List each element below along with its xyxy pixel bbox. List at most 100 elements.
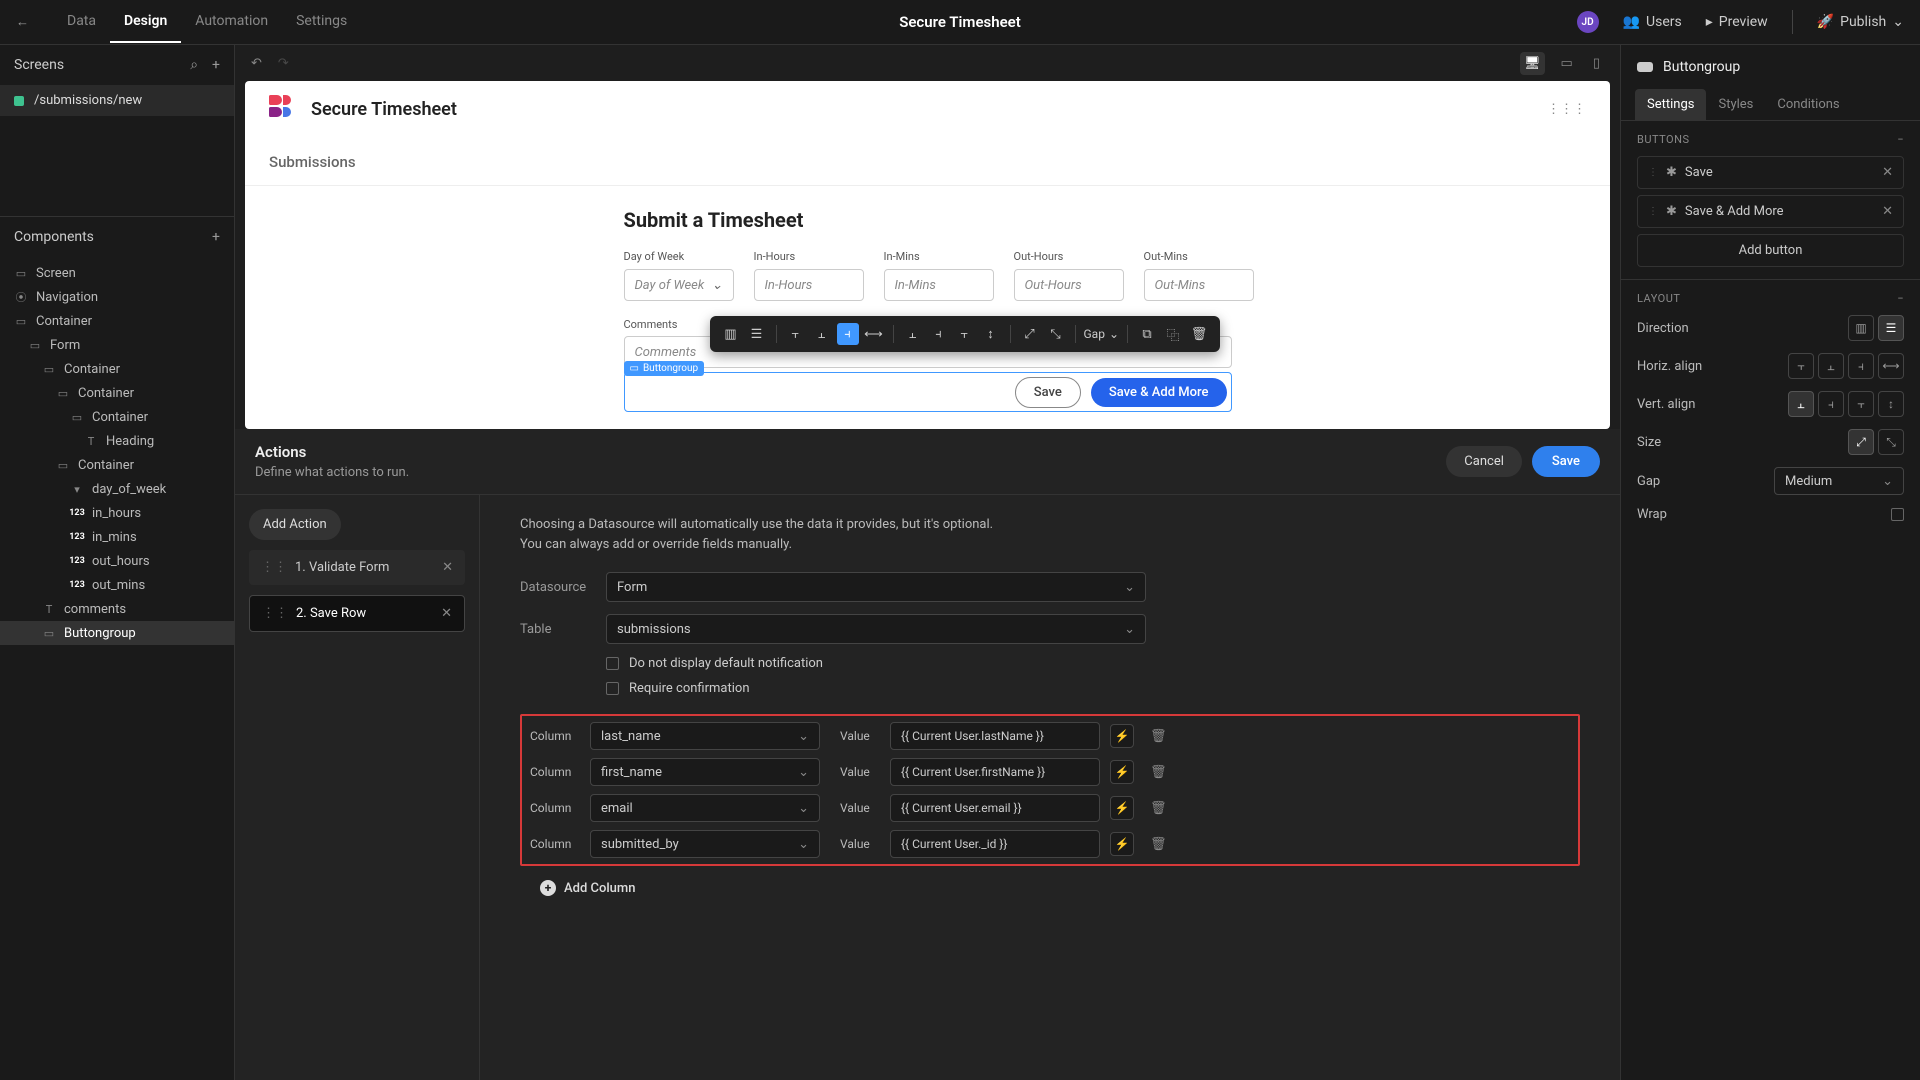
desktop-icon[interactable]: 🖥	[1520, 52, 1545, 75]
valign-middle-icon[interactable]: ⫞	[928, 323, 950, 345]
value-input[interactable]: {{ Current User._id }}	[890, 830, 1100, 858]
copy-icon[interactable]: ⿻	[1162, 323, 1184, 345]
avatar[interactable]: JD	[1577, 11, 1599, 33]
grow-icon[interactable]: ⤡	[1045, 323, 1067, 345]
valign-stretch-icon[interactable]: ↕	[980, 323, 1002, 345]
halign-right-icon[interactable]: ⫞	[1848, 353, 1874, 379]
tree-buttongroup[interactable]: ▭Buttongroup	[0, 621, 234, 645]
trash-icon[interactable]: 🗑	[1150, 729, 1167, 744]
drag-handle-icon[interactable]: ⋮⋮	[262, 606, 288, 621]
halign-right-icon[interactable]: ⫞	[837, 323, 859, 345]
out-mins-input[interactable]: Out-Mins	[1144, 269, 1254, 301]
halign-left-icon[interactable]: ⫟	[1788, 353, 1814, 379]
rp-tab-settings[interactable]: Settings	[1635, 89, 1706, 120]
drag-handle-icon[interactable]: ⋮	[1648, 206, 1658, 217]
in-mins-input[interactable]: In-Mins	[884, 269, 994, 301]
valign-bottom-icon[interactable]: ⫟	[954, 323, 976, 345]
bolt-icon[interactable]: ⚡	[1110, 760, 1134, 784]
search-icon[interactable]: ⌕	[190, 57, 198, 73]
gear-icon[interactable]: ✱	[1666, 165, 1677, 180]
add-component-icon[interactable]: +	[212, 229, 220, 245]
save-button[interactable]: Save	[1015, 377, 1081, 408]
trash-icon[interactable]: 🗑	[1150, 765, 1167, 780]
tree-container[interactable]: ▭Container	[0, 453, 234, 477]
table-select[interactable]: submissions	[606, 614, 1146, 644]
tree-day-of-week[interactable]: ▾day_of_week	[0, 477, 234, 501]
duplicate-icon[interactable]: ⧉	[1136, 323, 1158, 345]
remove-action-icon[interactable]: ✕	[441, 606, 452, 621]
gear-icon[interactable]: ✱	[1666, 204, 1677, 219]
value-input[interactable]: {{ Current User.firstName }}	[890, 758, 1100, 786]
shrink-icon[interactable]: ⤢	[1019, 323, 1041, 345]
valign-bottom-icon[interactable]: ⫟	[1848, 391, 1874, 417]
valign-middle-icon[interactable]: ⫞	[1818, 391, 1844, 417]
save-add-more-button[interactable]: Save & Add More	[1091, 378, 1227, 407]
tree-out-hours[interactable]: 123out_hours	[0, 549, 234, 573]
rp-tab-styles[interactable]: Styles	[1706, 89, 1765, 120]
checkbox-icon[interactable]	[606, 657, 619, 670]
buttongroup-selection[interactable]: Save Save & Add More	[624, 372, 1232, 412]
cancel-button[interactable]: Cancel	[1446, 446, 1522, 477]
remove-button-icon[interactable]: ✕	[1882, 165, 1893, 180]
out-hours-input[interactable]: Out-Hours	[1014, 269, 1124, 301]
halign-center-icon[interactable]: ⫠	[811, 323, 833, 345]
in-hours-input[interactable]: In-Hours	[754, 269, 864, 301]
tree-heading[interactable]: THeading	[0, 429, 234, 453]
drag-handle-icon[interactable]: ⋮	[1648, 167, 1658, 178]
tree-container[interactable]: ▭Container	[0, 381, 234, 405]
halign-center-icon[interactable]: ⫠	[1818, 353, 1844, 379]
halign-left-icon[interactable]: ⫟	[785, 323, 807, 345]
tab-automation[interactable]: Automation	[181, 1, 282, 43]
tree-out-mins[interactable]: 123out_mins	[0, 573, 234, 597]
checkbox-icon[interactable]	[606, 682, 619, 695]
trash-icon[interactable]: 🗑	[1150, 801, 1167, 816]
buttons-list-item-save-more[interactable]: ⋮ ✱ Save & Add More ✕	[1637, 195, 1904, 228]
tab-data[interactable]: Data	[53, 1, 110, 43]
mobile-icon[interactable]: ▯	[1589, 52, 1604, 75]
bolt-icon[interactable]: ⚡	[1110, 724, 1134, 748]
undo-icon[interactable]: ↶	[251, 56, 262, 71]
add-screen-icon[interactable]: +	[212, 57, 220, 73]
column-select[interactable]: last_name	[590, 722, 820, 750]
direction-row-icon[interactable]: ☰	[1878, 315, 1904, 341]
tab-design[interactable]: Design	[110, 1, 181, 43]
direction-row-icon[interactable]: ☰	[746, 323, 768, 345]
publish-button[interactable]: 🚀 Publish ⌄	[1817, 14, 1904, 30]
halign-stretch-icon[interactable]: ⟷	[863, 323, 885, 345]
notification-checkbox-row[interactable]: Do not display default notification	[606, 656, 1580, 671]
tree-navigation[interactable]: ⦿Navigation	[0, 285, 234, 309]
screen-item[interactable]: /submissions/new	[0, 85, 234, 116]
tree-in-mins[interactable]: 123in_mins	[0, 525, 234, 549]
dow-select[interactable]: Day of Week	[624, 269, 734, 301]
save-actions-button[interactable]: Save	[1532, 446, 1600, 477]
add-button[interactable]: Add button	[1637, 234, 1904, 267]
remove-action-icon[interactable]: ✕	[442, 560, 453, 575]
datasource-select[interactable]: Form	[606, 572, 1146, 602]
remove-button-icon[interactable]: ✕	[1882, 204, 1893, 219]
valign-stretch-icon[interactable]: ↕	[1878, 391, 1904, 417]
action-validate-form[interactable]: ⋮⋮1. Validate Form ✕	[249, 550, 465, 585]
collapse-icon[interactable]: −	[1897, 292, 1904, 305]
tree-in-hours[interactable]: 123in_hours	[0, 501, 234, 525]
drag-handle-icon[interactable]: ⋮⋮	[261, 560, 287, 575]
column-select[interactable]: submitted_by	[590, 830, 820, 858]
add-column-button[interactable]: + Add Column	[540, 880, 1580, 896]
valign-top-icon[interactable]: ⫠	[902, 323, 924, 345]
action-save-row[interactable]: ⋮⋮2. Save Row ✕	[249, 595, 465, 632]
direction-col-icon[interactable]: ▥	[720, 323, 742, 345]
bolt-icon[interactable]: ⚡	[1110, 832, 1134, 856]
gap-dropdown[interactable]: Gap ⌄	[1084, 327, 1120, 341]
tree-screen[interactable]: ▭Screen	[0, 261, 234, 285]
tree-form[interactable]: ▭Form	[0, 333, 234, 357]
tree-container[interactable]: ▭Container	[0, 309, 234, 333]
wrap-checkbox[interactable]	[1891, 508, 1904, 521]
column-select[interactable]: first_name	[590, 758, 820, 786]
redo-icon[interactable]: ↷	[278, 56, 289, 71]
back-arrow-icon[interactable]: ←	[16, 14, 29, 30]
confirmation-checkbox-row[interactable]: Require confirmation	[606, 681, 1580, 696]
direction-column-icon[interactable]: ▥	[1848, 315, 1874, 341]
valign-top-icon[interactable]: ⫠	[1788, 391, 1814, 417]
add-action-button[interactable]: Add Action	[249, 509, 341, 540]
size-grow-icon[interactable]: ⤡	[1878, 429, 1904, 455]
delete-icon[interactable]: 🗑	[1188, 323, 1210, 345]
